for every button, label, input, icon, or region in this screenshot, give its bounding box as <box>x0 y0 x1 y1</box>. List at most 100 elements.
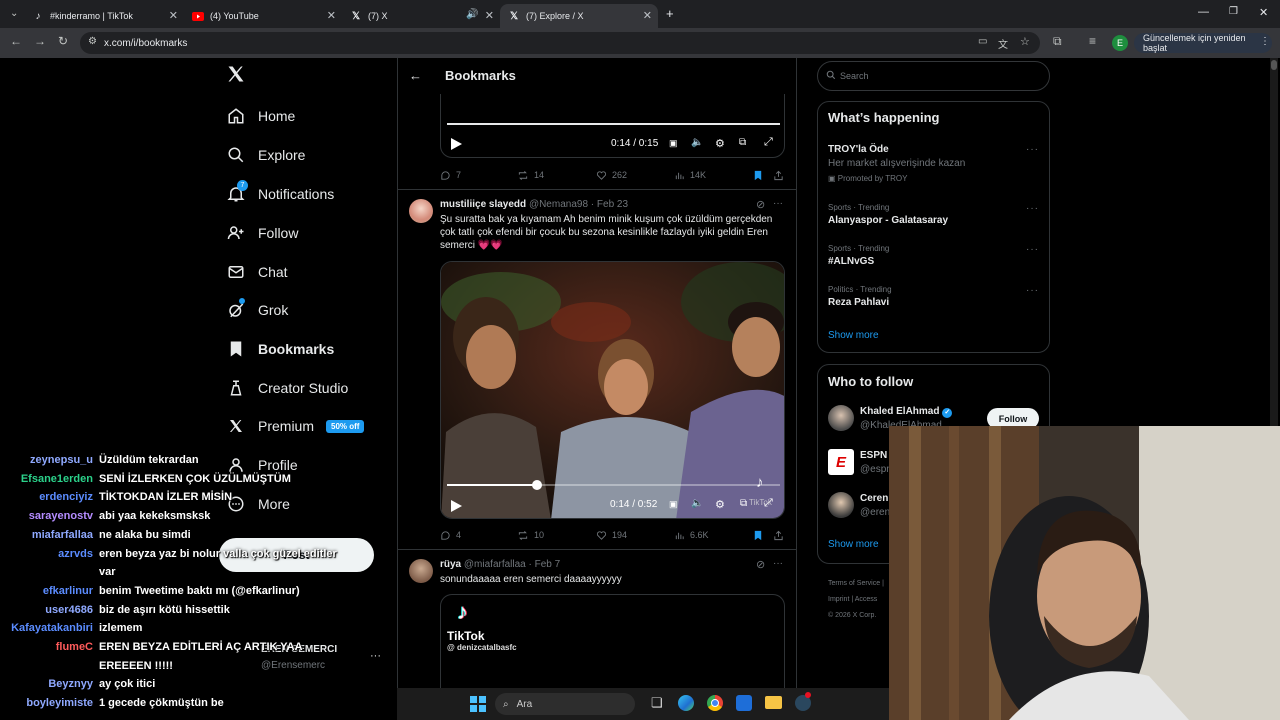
close-icon[interactable]: ✕ <box>327 9 336 22</box>
nav-bookmarks[interactable]: Bookmarks <box>226 336 334 362</box>
show-more-link[interactable]: Show more <box>828 330 879 341</box>
kebab-menu-icon[interactable]: ⋮ <box>1260 36 1270 47</box>
relaunch-update-button[interactable]: Güncellemek için yeniden başlat ⋮ <box>1134 33 1272 53</box>
fullscreen-icon[interactable]: ⤢ <box>764 136 773 149</box>
edge-icon[interactable] <box>678 695 694 711</box>
close-icon[interactable]: ✕ <box>169 9 178 22</box>
avatar[interactable] <box>409 199 433 223</box>
bookmark-button[interactable] <box>753 530 768 541</box>
follow-name[interactable]: Ceren <box>860 493 888 504</box>
nav-more[interactable]: More <box>226 491 290 517</box>
share-button[interactable] <box>773 530 789 541</box>
settings-icon[interactable]: ⚙ <box>715 137 725 150</box>
grok-icon[interactable]: ⊘ <box>756 558 765 571</box>
espn-logo-icon[interactable]: E <box>828 449 854 475</box>
more-dots-icon[interactable]: ··· <box>370 650 381 662</box>
nav-notifications[interactable]: 7 Notifications <box>226 180 334 207</box>
volume-icon[interactable]: 🔈 <box>691 137 703 148</box>
avatar[interactable] <box>409 559 433 583</box>
speaker-icon[interactable]: 🔊 <box>466 9 478 20</box>
pip-icon[interactable]: ⧉ <box>739 137 746 148</box>
avatar[interactable] <box>828 405 854 431</box>
trend-title[interactable]: #ALNvGS <box>828 256 874 267</box>
nav-chat[interactable]: Chat <box>226 259 288 285</box>
repost-button[interactable]: 14 <box>517 170 544 181</box>
close-window-button[interactable]: ✕ <box>1259 6 1268 19</box>
views-button[interactable]: 14K <box>674 170 706 181</box>
more-dots-icon[interactable]: ··· <box>1026 285 1039 296</box>
install-app-icon[interactable]: ▭ <box>978 36 987 47</box>
trend-title[interactable]: Alanyaspor - Galatasaray <box>828 215 948 226</box>
bookmark-button[interactable] <box>753 170 768 181</box>
pip-icon[interactable]: ⧉ <box>740 498 747 509</box>
author-name[interactable]: mustiliiçe slayedd <box>440 199 526 210</box>
reply-button[interactable]: 7 <box>440 170 461 181</box>
captions-icon[interactable]: ▣ <box>669 499 678 510</box>
views-button[interactable]: 6.6K <box>674 530 709 541</box>
extensions-icon[interactable]: ⧉ <box>1053 34 1062 49</box>
show-more-link[interactable]: Show more <box>828 539 879 550</box>
steam-icon[interactable] <box>795 692 811 711</box>
volume-icon[interactable]: 🔈 <box>691 498 703 509</box>
x-logo-icon[interactable] <box>226 64 248 86</box>
nav-explore[interactable]: Explore <box>226 142 305 168</box>
new-tab-button[interactable]: + <box>666 6 674 21</box>
reply-button[interactable]: 4 <box>440 530 461 541</box>
fullscreen-icon[interactable]: ⤢ <box>764 497 773 510</box>
more-dots-icon[interactable]: ··· <box>773 198 783 209</box>
avatar[interactable] <box>828 492 854 518</box>
more-dots-icon[interactable]: ··· <box>1026 244 1039 255</box>
avatar[interactable]: E <box>1112 35 1128 51</box>
more-dots-icon[interactable]: ··· <box>1026 144 1039 155</box>
task-view-icon[interactable]: ❏ <box>651 695 663 711</box>
settings-icon[interactable]: ⚙ <box>715 498 725 511</box>
trend-title[interactable]: Reza Pahlavi <box>828 297 889 308</box>
back-icon[interactable]: ← <box>10 34 22 48</box>
tab-explore[interactable]: 𝕏 (7) Explore / X ✕ <box>500 4 658 28</box>
scrollbar-thumb[interactable] <box>1271 60 1277 70</box>
tweet-video[interactable]: ♪ TikTok 0:14 / 0:52 ▣ 🔈 ⚙ ⧉ ⤢ <box>440 261 785 519</box>
back-arrow-icon[interactable]: ← <box>409 68 422 83</box>
follow-name[interactable]: ESPN <box>860 450 887 461</box>
nav-follow[interactable]: Follow <box>226 220 298 246</box>
play-icon[interactable] <box>451 137 462 155</box>
nav-home[interactable]: Home <box>226 103 295 129</box>
search-input[interactable]: Search <box>817 61 1050 91</box>
nav-grok[interactable]: Grok <box>226 297 288 323</box>
file-explorer-icon[interactable] <box>765 696 782 709</box>
tweet-date[interactable]: Feb 7 <box>535 559 561 570</box>
trend-title[interactable]: TROY'la Öde <box>828 144 889 155</box>
media-control-icon[interactable]: ≡ <box>1089 34 1096 48</box>
follow-name[interactable]: Khaled ElAhmad ✓ <box>860 406 953 418</box>
like-button[interactable]: 262 <box>596 170 627 181</box>
taskbar-search[interactable]: ⌕ Ara <box>495 693 635 715</box>
tab-youtube[interactable]: (4) YouTube ✕ <box>184 4 342 28</box>
grok-icon[interactable]: ⊘ <box>756 198 765 211</box>
nav-creator-studio[interactable]: Creator Studio <box>226 375 348 401</box>
address-bar[interactable]: ⚙ x.com/i/bookmarks ▭ 文 ☆ <box>80 32 1040 54</box>
footer-link[interactable]: Access <box>855 596 878 603</box>
mail-app-icon[interactable] <box>736 695 752 711</box>
share-button[interactable] <box>773 170 789 181</box>
tweet-date[interactable]: Feb 23 <box>597 199 628 210</box>
video-scrubber-handle[interactable] <box>531 480 542 490</box>
like-button[interactable]: 194 <box>596 530 627 541</box>
tab-x[interactable]: 𝕏 (7) X 🔊 ✕ <box>342 4 500 28</box>
more-dots-icon[interactable]: ··· <box>1026 203 1039 214</box>
reload-icon[interactable]: ↻ <box>58 34 68 48</box>
tab-tiktok[interactable]: ♪ #kinderramo | TikTok ✕ <box>24 4 184 28</box>
tab-search-icon[interactable]: ⌄ <box>10 8 18 19</box>
nav-premium[interactable]: Premium 50% off <box>226 413 365 439</box>
play-icon[interactable] <box>451 499 462 517</box>
video-progress-track[interactable] <box>447 480 780 490</box>
repost-button[interactable]: 10 <box>517 530 544 541</box>
close-icon[interactable]: ✕ <box>643 9 652 22</box>
forward-icon[interactable]: → <box>34 34 46 48</box>
more-dots-icon[interactable]: ··· <box>773 558 783 569</box>
captions-icon[interactable]: ▣ <box>669 138 678 149</box>
start-icon[interactable] <box>470 696 486 712</box>
star-icon[interactable]: ☆ <box>1020 35 1030 48</box>
author-name[interactable]: rüya <box>440 559 461 570</box>
footer-link[interactable]: Terms of Service <box>828 580 880 587</box>
tiktok-card[interactable]: ♪ TikTok @ denizcatalbasfc <box>440 594 785 690</box>
